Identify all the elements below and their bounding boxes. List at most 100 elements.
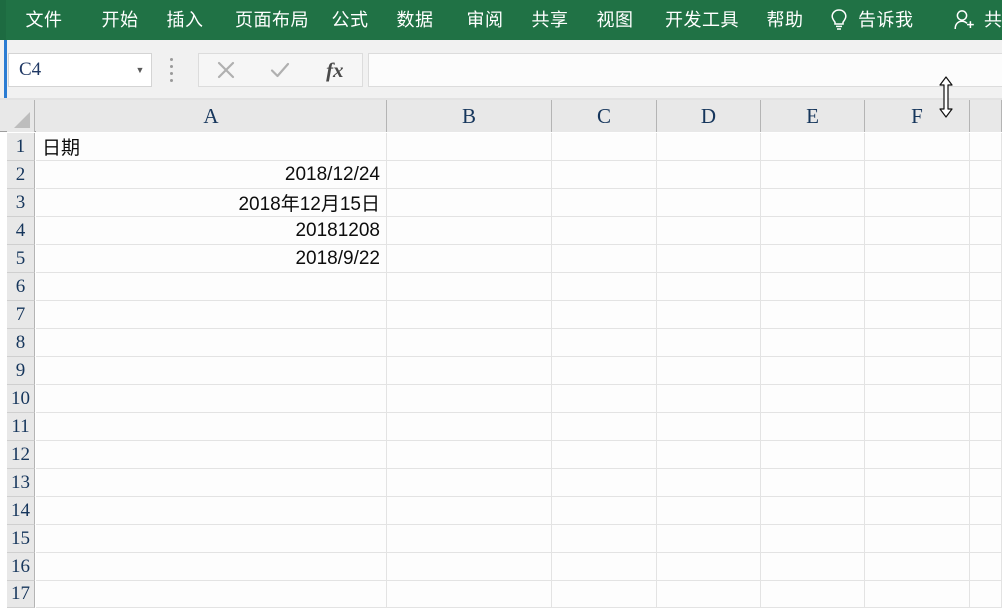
cell-empty-D1[interactable] — [657, 133, 761, 161]
cell-empty-x5[interactable] — [970, 245, 1002, 273]
cell-empty-A7[interactable] — [36, 301, 387, 329]
row-header-4[interactable]: 4 — [7, 217, 35, 245]
cell-empty-C15[interactable] — [552, 525, 657, 553]
tab-9[interactable]: 开发工具 — [658, 0, 746, 40]
column-header-partial[interactable] — [970, 100, 1002, 132]
cell-empty-B16[interactable] — [387, 553, 552, 581]
cell-A4[interactable]: 20181208 — [36, 217, 387, 245]
cell-empty-E15[interactable] — [761, 525, 865, 553]
cell-empty-F17[interactable] — [865, 581, 970, 608]
cell-empty-x15[interactable] — [970, 525, 1002, 553]
fx-icon[interactable]: fx — [311, 54, 359, 86]
row-header-3[interactable]: 3 — [7, 189, 35, 217]
lightbulb-icon[interactable] — [828, 8, 850, 32]
cell-empty-E12[interactable] — [761, 441, 865, 469]
cell-empty-F14[interactable] — [865, 497, 970, 525]
tab-7[interactable]: 共享 — [528, 0, 572, 40]
cell-empty-D15[interactable] — [657, 525, 761, 553]
cell-empty-E16[interactable] — [761, 553, 865, 581]
row-header-6[interactable]: 6 — [7, 273, 35, 301]
cell-empty-E1[interactable] — [761, 133, 865, 161]
cell-empty-D10[interactable] — [657, 385, 761, 413]
cell-empty-C17[interactable] — [552, 581, 657, 608]
cell-empty-D11[interactable] — [657, 413, 761, 441]
cell-empty-F11[interactable] — [865, 413, 970, 441]
tab-2[interactable]: 插入 — [163, 0, 207, 40]
cell-empty-C11[interactable] — [552, 413, 657, 441]
cell-empty-C2[interactable] — [552, 161, 657, 189]
cell-empty-B6[interactable] — [387, 273, 552, 301]
row-header-15[interactable]: 15 — [7, 525, 35, 553]
tab-4[interactable]: 公式 — [328, 0, 372, 40]
cell-empty-x13[interactable] — [970, 469, 1002, 497]
cell-empty-C1[interactable] — [552, 133, 657, 161]
cell-empty-x9[interactable] — [970, 357, 1002, 385]
cell-empty-E14[interactable] — [761, 497, 865, 525]
cell-empty-E13[interactable] — [761, 469, 865, 497]
cell-A3[interactable]: 2018年12月15日 — [36, 189, 387, 217]
cell-empty-A12[interactable] — [36, 441, 387, 469]
cell-A5[interactable]: 2018/9/22 — [36, 245, 387, 273]
cell-empty-A15[interactable] — [36, 525, 387, 553]
cell-empty-B2[interactable] — [387, 161, 552, 189]
cell-empty-x16[interactable] — [970, 553, 1002, 581]
tab-8[interactable]: 视图 — [593, 0, 637, 40]
tab-10[interactable]: 帮助 — [763, 0, 807, 40]
cell-empty-A11[interactable] — [36, 413, 387, 441]
cell-empty-F8[interactable] — [865, 329, 970, 357]
row-header-7[interactable]: 7 — [7, 301, 35, 329]
column-header-C[interactable]: C — [552, 100, 657, 132]
tab-tell-me[interactable]: 告诉我 — [858, 0, 914, 40]
cell-empty-E5[interactable] — [761, 245, 865, 273]
cell-empty-x6[interactable] — [970, 273, 1002, 301]
cell-empty-A8[interactable] — [36, 329, 387, 357]
cell-empty-C8[interactable] — [552, 329, 657, 357]
person-add-icon[interactable] — [952, 8, 978, 32]
cell-empty-A16[interactable] — [36, 553, 387, 581]
cell-empty-F4[interactable] — [865, 217, 970, 245]
row-header-14[interactable]: 14 — [7, 497, 35, 525]
tab-1[interactable]: 开始 — [98, 0, 142, 40]
cell-empty-C12[interactable] — [552, 441, 657, 469]
formula-input[interactable] — [368, 53, 1002, 87]
cell-empty-C9[interactable] — [552, 357, 657, 385]
cell-empty-F3[interactable] — [865, 189, 970, 217]
cell-empty-C5[interactable] — [552, 245, 657, 273]
row-header-1[interactable]: 1 — [7, 133, 35, 161]
cell-empty-D13[interactable] — [657, 469, 761, 497]
cell-empty-C10[interactable] — [552, 385, 657, 413]
close-icon[interactable] — [202, 54, 250, 86]
cell-empty-E9[interactable] — [761, 357, 865, 385]
cell-empty-B13[interactable] — [387, 469, 552, 497]
cell-empty-D4[interactable] — [657, 217, 761, 245]
cell-empty-E3[interactable] — [761, 189, 865, 217]
cell-empty-B8[interactable] — [387, 329, 552, 357]
row-header-13[interactable]: 13 — [7, 469, 35, 497]
cell-empty-x14[interactable] — [970, 497, 1002, 525]
cell-empty-D6[interactable] — [657, 273, 761, 301]
row-header-11[interactable]: 11 — [7, 413, 35, 441]
cell-empty-D12[interactable] — [657, 441, 761, 469]
cell-empty-B4[interactable] — [387, 217, 552, 245]
tab-6[interactable]: 审阅 — [463, 0, 507, 40]
row-header-17[interactable]: 17 — [7, 581, 35, 608]
name-box[interactable]: C4 ▼ — [8, 53, 152, 87]
cell-empty-D3[interactable] — [657, 189, 761, 217]
select-all-button[interactable] — [7, 100, 35, 132]
cell-empty-C7[interactable] — [552, 301, 657, 329]
cell-empty-E4[interactable] — [761, 217, 865, 245]
cell-A2[interactable]: 2018/12/24 — [36, 161, 387, 189]
cell-empty-F6[interactable] — [865, 273, 970, 301]
cell-empty-B11[interactable] — [387, 413, 552, 441]
formula-bar-drag-handle[interactable] — [168, 58, 174, 82]
cell-empty-D5[interactable] — [657, 245, 761, 273]
cell-empty-x17[interactable] — [970, 581, 1002, 608]
cell-empty-B15[interactable] — [387, 525, 552, 553]
tab-3[interactable]: 页面布局 — [228, 0, 316, 40]
row-header-9[interactable]: 9 — [7, 357, 35, 385]
cell-empty-F5[interactable] — [865, 245, 970, 273]
cell-empty-F12[interactable] — [865, 441, 970, 469]
cell-empty-C13[interactable] — [552, 469, 657, 497]
cell-empty-x7[interactable] — [970, 301, 1002, 329]
row-header-5[interactable]: 5 — [7, 245, 35, 273]
